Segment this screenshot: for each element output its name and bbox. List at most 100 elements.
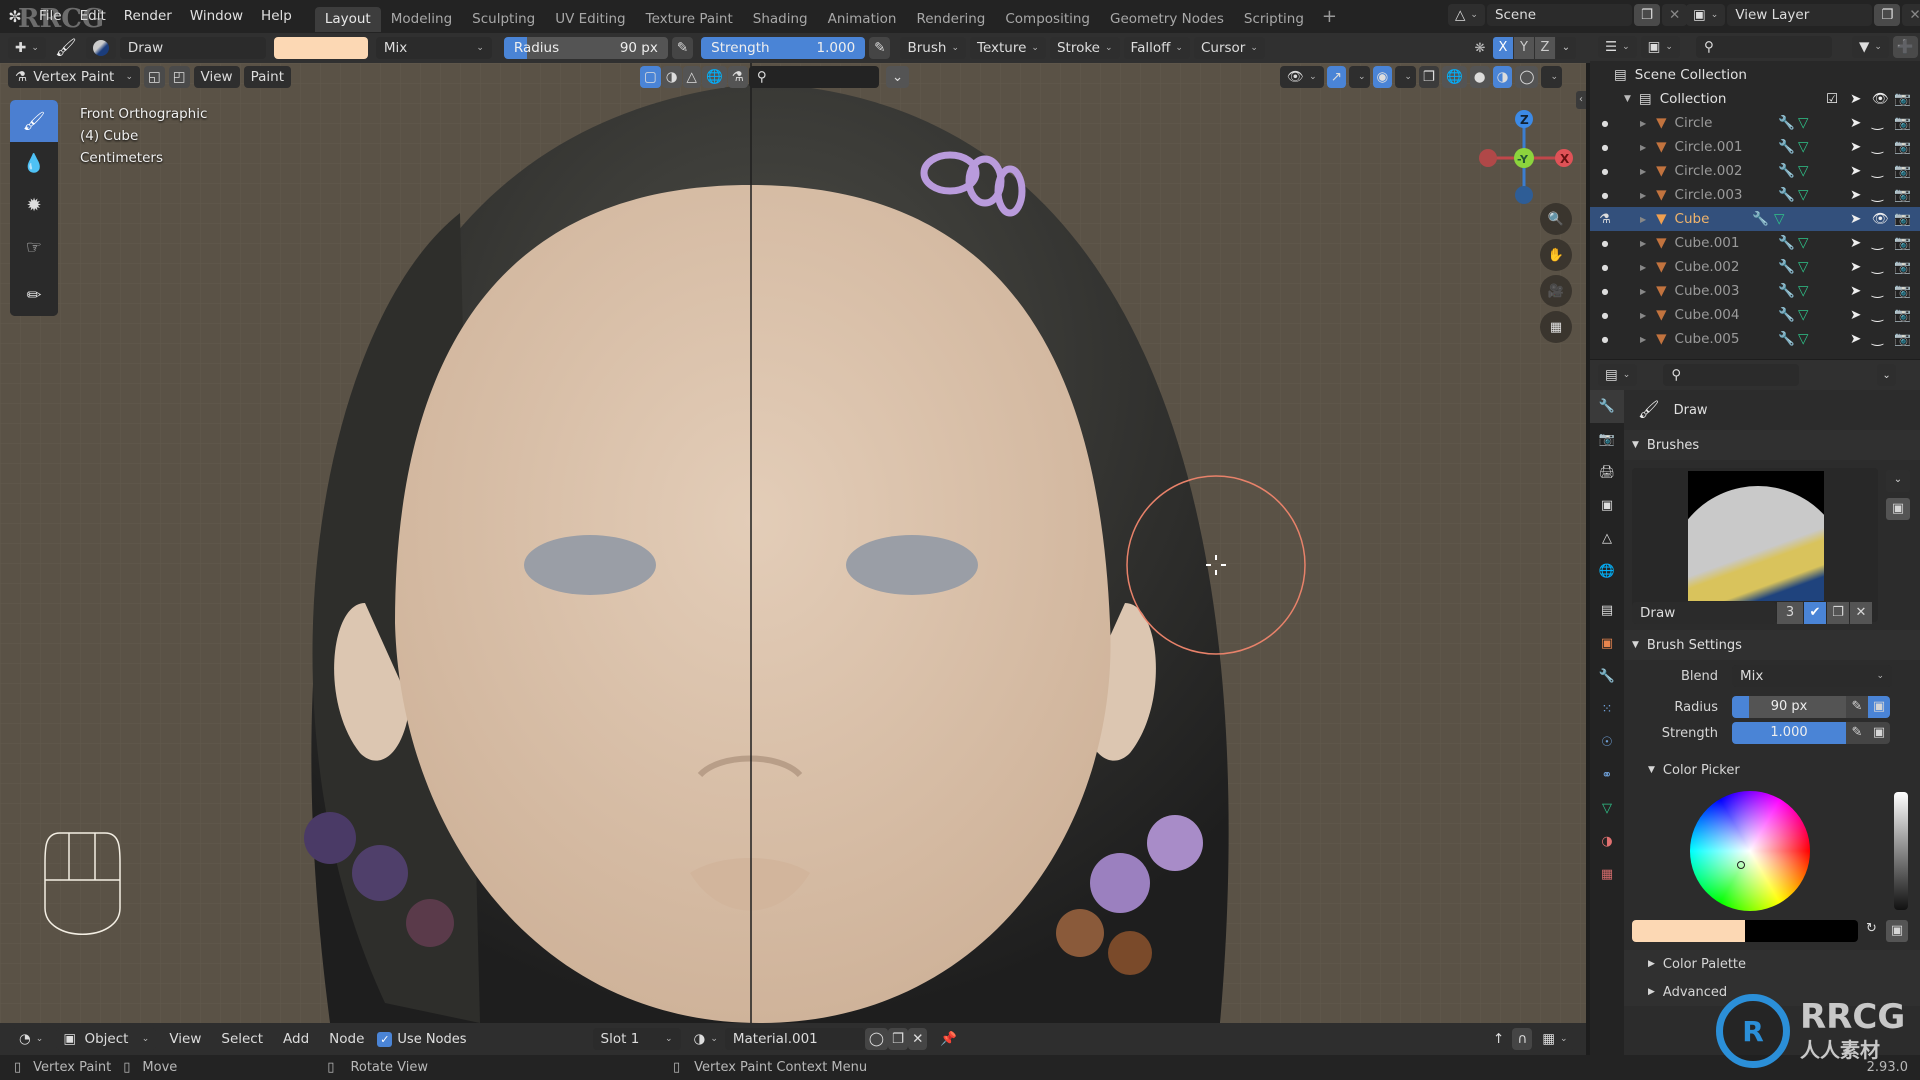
radius-unified-toggle[interactable]: ▣ — [1868, 696, 1890, 718]
tab-scene[interactable]: △ — [1590, 522, 1624, 555]
view-menu[interactable]: View — [193, 66, 240, 88]
tab-constraints[interactable]: ⚭ — [1590, 759, 1624, 792]
parent-node-tree-button[interactable]: ↑ — [1488, 1028, 1510, 1050]
add-workspace-button[interactable]: + — [1314, 6, 1345, 27]
node-menu[interactable]: Node — [322, 1028, 371, 1050]
secondary-color-swatch[interactable] — [1745, 920, 1858, 942]
outliner-object-row[interactable]: ● ▶ ▼ Cube.003 🔧 ▽ ➤ ‿ 📷 — [1590, 279, 1920, 303]
brush-color-swatch[interactable] — [273, 37, 368, 59]
use-nodes-checkbox[interactable]: ✓ Use Nodes — [377, 1031, 467, 1047]
swap-colors-button[interactable]: ↻ — [1866, 921, 1877, 936]
expand-right-icon[interactable]: ▶ — [1640, 167, 1646, 176]
brush-name-field[interactable]: Draw — [119, 37, 266, 59]
tab-uv-editing[interactable]: UV Editing — [545, 7, 635, 32]
mesh-data-icon[interactable]: ▽ — [1798, 139, 1808, 155]
dot-icon[interactable]: ● — [1590, 311, 1620, 320]
tab-modifiers[interactable]: 🔧 — [1590, 660, 1624, 693]
mesh-data-icon[interactable]: ▽ — [1774, 211, 1784, 227]
editor-type-button[interactable]: ✚ ⌄ — [8, 37, 46, 59]
dot-icon[interactable]: ● — [1590, 287, 1620, 296]
expand-right-icon[interactable]: ▶ — [1640, 215, 1646, 224]
selectable-icon[interactable]: ➤ — [1850, 331, 1861, 347]
selectable-icon[interactable]: ➤ — [1850, 307, 1861, 323]
dot-icon[interactable]: ● — [1590, 263, 1620, 272]
gizmo-dropdown[interactable]: ⌄ — [1349, 66, 1370, 88]
brush-icon-toggle[interactable]: ▣ — [1886, 498, 1910, 520]
tab-view-layer[interactable]: ▣ — [1590, 489, 1624, 522]
overlays-dropdown[interactable]: ⌄ — [1395, 66, 1416, 88]
selectable-icon[interactable]: ➤ — [1850, 259, 1861, 275]
expand-right-icon[interactable]: ▶ — [1640, 335, 1646, 344]
falloff-menu[interactable]: Falloff ⌄ — [1123, 37, 1190, 59]
delete-scene-button[interactable]: ✕ — [1662, 4, 1688, 26]
menu-edit[interactable]: Edit — [71, 0, 115, 33]
dot-icon[interactable]: ● — [1590, 335, 1620, 344]
visibility-dropdown[interactable]: 👁 ⌄ — [1280, 66, 1324, 88]
tab-geometry-nodes[interactable]: Geometry Nodes — [1100, 7, 1234, 32]
vertex-mask-toggle[interactable]: ◰ — [168, 66, 190, 88]
tab-animation[interactable]: Animation — [818, 7, 907, 32]
mesh-data-icon[interactable]: ▽ — [1798, 283, 1808, 299]
view-layer-field[interactable]: View Layer — [1727, 4, 1873, 26]
color-wheel[interactable] — [1690, 791, 1810, 911]
tool-average[interactable]: ✹ — [10, 184, 58, 226]
overlays-toggle[interactable]: ◉ — [1372, 66, 1393, 88]
mesh-data-icon[interactable]: ▽ — [1798, 163, 1808, 179]
selectable-icon[interactable]: ➤ — [1850, 115, 1861, 131]
modifier-wrench-icon[interactable]: 🔧 — [1778, 139, 1795, 155]
mesh-data-icon[interactable]: ▽ — [1798, 259, 1808, 275]
outliner-search-input[interactable]: ⚲ — [1695, 36, 1832, 58]
editor-type-button[interactable]: ◔ ⌄ — [12, 1028, 51, 1050]
view-menu[interactable]: View — [162, 1028, 208, 1050]
selectable-icon[interactable]: ➤ — [1850, 163, 1861, 179]
unlink-brush-button[interactable]: ✕ — [1850, 602, 1872, 624]
mesh-data-icon[interactable]: ▽ — [1798, 307, 1808, 323]
tab-material[interactable]: ◑ — [1590, 825, 1624, 858]
brushes-panel-header[interactable]: ▼ Brushes — [1624, 430, 1920, 460]
filter-brush-button[interactable]: ⚗ — [727, 66, 748, 88]
color-picker-panel-header[interactable]: ▼ Color Picker — [1624, 752, 1920, 788]
modifier-wrench-icon[interactable]: 🔧 — [1778, 331, 1795, 347]
scene-name-field[interactable]: Scene — [1486, 4, 1632, 26]
exclude-checkbox[interactable]: ☑ — [1826, 91, 1838, 107]
selectable-icon[interactable]: ➤ — [1850, 283, 1861, 299]
outliner-object-row[interactable]: ● ▶ ▼ Cube.004 🔧 ▽ ➤ ‿ 📷 — [1590, 303, 1920, 327]
modifier-wrench-icon[interactable]: 🔧 — [1778, 283, 1795, 299]
snap-toggle[interactable]: ∩ — [1512, 1028, 1533, 1050]
eye-closed-icon[interactable]: ‿ — [1872, 139, 1883, 155]
mirror-y-toggle[interactable]: Y — [1514, 37, 1534, 59]
tab-data[interactable]: ▽ — [1590, 792, 1624, 825]
material-name-field[interactable]: Material.001 — [724, 1028, 865, 1050]
tab-rendering[interactable]: Rendering — [906, 7, 995, 32]
selectable-icon[interactable]: ➤ — [1850, 235, 1861, 251]
tab-texture-paint[interactable]: Texture Paint — [636, 7, 743, 32]
eye-closed-icon[interactable]: ‿ — [1872, 115, 1883, 131]
texture-menu[interactable]: Texture ⌄ — [970, 37, 1046, 59]
shader-type-dropdown[interactable]: ▣ Object ⌄ — [56, 1028, 157, 1050]
properties-options-dropdown[interactable]: ⌄ — [1877, 364, 1896, 386]
dot-icon[interactable]: ● — [1590, 143, 1620, 152]
zoom-view-button[interactable]: 🔍 — [1540, 203, 1572, 235]
modifier-wrench-icon[interactable]: 🔧 — [1778, 163, 1795, 179]
snap-element-dropdown[interactable]: ▦ ⌄ — [1535, 1028, 1575, 1050]
brush-menu[interactable]: Brush ⌄ — [900, 37, 966, 59]
sidebar-toggle-button[interactable]: ‹ — [1576, 91, 1586, 109]
menu-window[interactable]: Window — [181, 0, 252, 33]
camera-icon[interactable]: 📷 — [1894, 259, 1911, 275]
tab-shading[interactable]: Shading — [743, 7, 818, 32]
blender-logo-icon[interactable]: ✼ — [0, 7, 30, 26]
tab-collection[interactable]: ▤ — [1590, 594, 1624, 627]
expand-right-icon[interactable]: ▶ — [1640, 191, 1646, 200]
expand-right-icon[interactable]: ▶ — [1640, 239, 1646, 248]
navigation-gizmo[interactable]: X Z -Y — [1468, 103, 1578, 213]
eye-closed-icon[interactable]: ‿ — [1872, 259, 1883, 275]
filter-object-type-button[interactable]: ▢ — [640, 66, 661, 88]
dot-icon[interactable]: ● — [1590, 239, 1620, 248]
gizmo-toggle[interactable]: ↗ — [1326, 66, 1346, 88]
3d-viewport[interactable]: X Z -Y 🔍 ✋ 🎥 ▦ ‹ — [0, 63, 1586, 1023]
camera-icon[interactable]: 📷 — [1894, 91, 1911, 107]
outliner-display-mode[interactable]: ☰ ⌄ — [1598, 36, 1637, 58]
active-mode-icon[interactable]: ⚗ — [1590, 212, 1620, 227]
gizmo-neg-z[interactable] — [1515, 186, 1533, 204]
camera-icon[interactable]: 📷 — [1894, 187, 1911, 203]
